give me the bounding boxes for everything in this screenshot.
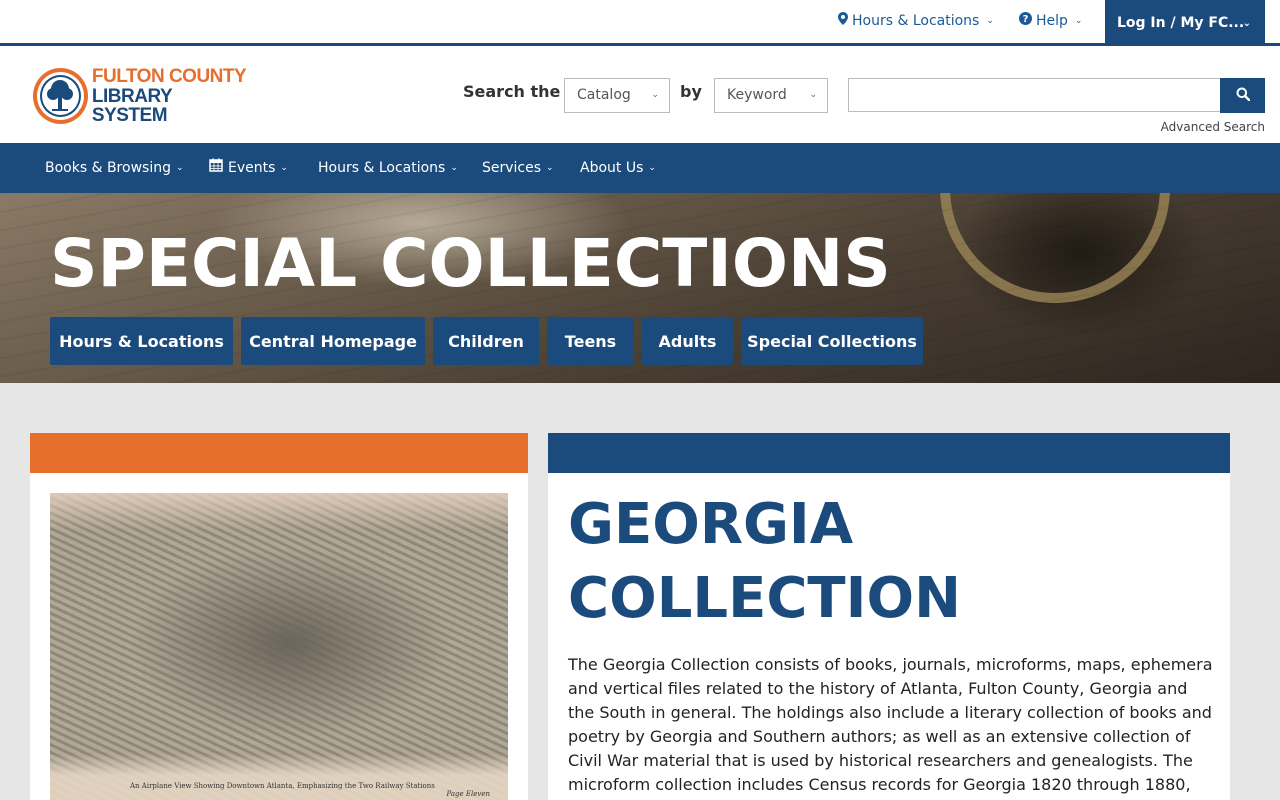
nav-label: Events xyxy=(228,160,276,176)
chevron-down-icon: ⌄ xyxy=(280,163,288,173)
chevron-down-icon: ⌄ xyxy=(175,163,184,173)
utility-help-label: Help xyxy=(1036,13,1068,29)
search-label: Search the xyxy=(463,82,561,101)
chevron-down-icon: ⌄ xyxy=(986,16,994,26)
hero-button-hours-locations[interactable]: Hours & Locations xyxy=(50,317,233,365)
search-icon xyxy=(1236,86,1250,105)
photo-caption: An Airplane View Showing Downtown Atlant… xyxy=(130,782,435,790)
search-scope-select[interactable]: Catalog ⌄ xyxy=(564,78,670,113)
utility-hours-link[interactable]: Hours & Locations ⌄ xyxy=(838,0,994,43)
advanced-search-link[interactable]: Advanced Search xyxy=(1161,120,1265,134)
hero-button-adults[interactable]: Adults xyxy=(642,317,733,365)
page-title: SPECIAL COLLECTIONS xyxy=(50,225,891,302)
utility-bar: Hours & Locations ⌄ ? Help ⌄ Log In / My… xyxy=(0,0,1280,46)
search-input[interactable] xyxy=(848,78,1221,112)
nav-services[interactable]: Services ⌄ xyxy=(482,143,554,193)
collection-title: GEORGIA COLLECTION xyxy=(568,492,961,631)
nav-label: Services xyxy=(482,160,542,176)
hero-background-image xyxy=(940,193,1170,303)
login-button[interactable]: Log In / My FC... ⌄ xyxy=(1105,0,1265,46)
main-nav: Books & Browsing ⌄ Events ⌄ Hours & Loca… xyxy=(0,143,1280,193)
search-type-select[interactable]: Keyword ⌄ xyxy=(714,78,828,113)
logo-line-1: FULTON COUNTY xyxy=(91,66,247,87)
nav-label: About Us xyxy=(580,160,644,176)
hero-button-children[interactable]: Children xyxy=(433,317,539,365)
by-label: by xyxy=(680,82,702,101)
question-circle-icon: ? xyxy=(1019,0,1032,43)
chevron-down-icon: ⌄ xyxy=(1242,17,1251,29)
chevron-down-icon: ⌄ xyxy=(1074,16,1083,26)
collection-card: GEORGIA COLLECTION The Georgia Collectio… xyxy=(548,433,1230,800)
nav-events[interactable]: Events ⌄ xyxy=(209,143,288,193)
svg-text:?: ? xyxy=(1023,14,1029,25)
card-accent-bar xyxy=(548,433,1230,473)
utility-hours-label: Hours & Locations xyxy=(852,13,980,29)
collection-description: The Georgia Collection consists of books… xyxy=(568,655,1213,800)
chevron-down-icon: ⌄ xyxy=(450,163,458,173)
nav-label: Books & Browsing xyxy=(45,160,171,176)
utility-help-link[interactable]: ? Help ⌄ xyxy=(1019,0,1082,43)
nav-hours-locations[interactable]: Hours & Locations ⌄ xyxy=(318,143,458,193)
tree-icon xyxy=(33,68,88,124)
hero-button-teens[interactable]: Teens xyxy=(547,317,634,365)
nav-about-us[interactable]: About Us ⌄ xyxy=(580,143,656,193)
nav-books-browsing[interactable]: Books & Browsing ⌄ xyxy=(45,143,184,193)
hero-button-special-collections[interactable]: Special Collections xyxy=(741,317,923,365)
search-type-value: Keyword xyxy=(727,87,787,103)
search-scope-value: Catalog xyxy=(577,87,631,103)
site-logo[interactable]: FULTON COUNTY LIBRARY SYSTEM xyxy=(33,66,248,126)
login-label: Log In / My FC... xyxy=(1117,15,1245,31)
card-accent-bar xyxy=(30,433,528,473)
hero-banner: SPECIAL COLLECTIONS Hours & Locations Ce… xyxy=(0,193,1280,383)
hero-button-central-homepage[interactable]: Central Homepage xyxy=(241,317,425,365)
image-card: An Airplane View Showing Downtown Atlant… xyxy=(30,433,528,800)
site-header: FULTON COUNTY LIBRARY SYSTEM Search the … xyxy=(0,46,1280,143)
downtown-atlanta-photo: An Airplane View Showing Downtown Atlant… xyxy=(50,493,508,800)
nav-label: Hours & Locations xyxy=(318,160,446,176)
chevron-down-icon: ⌄ xyxy=(546,163,554,173)
map-marker-icon xyxy=(838,0,848,43)
search-button[interactable] xyxy=(1220,78,1265,113)
logo-line-2: LIBRARY SYSTEM xyxy=(91,86,172,126)
photo-page-label: Page Eleven xyxy=(446,790,490,798)
chevron-down-icon: ⌄ xyxy=(651,90,659,100)
calendar-icon xyxy=(209,143,223,193)
chevron-down-icon: ⌄ xyxy=(809,90,817,100)
chevron-down-icon: ⌄ xyxy=(648,163,656,173)
